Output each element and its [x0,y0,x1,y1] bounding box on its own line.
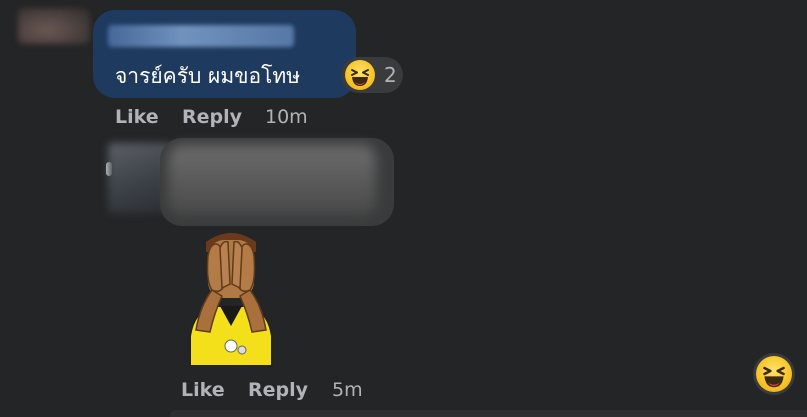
facepalm-sticker [186,226,276,367]
comment-timestamp[interactable]: 10m [265,106,308,128]
commenter-avatar[interactable] [18,8,90,44]
like-button[interactable]: Like [115,106,159,128]
comment-timestamp[interactable]: 5m [332,379,363,401]
reply-button[interactable]: Reply [182,106,242,128]
comment-content-blurred [168,145,376,215]
reaction-count: 2 [384,63,397,87]
laughing-face-icon [345,60,375,90]
next-comment-edge [170,410,807,417]
comment-text: จารย์ครับ ผมขอโทษ [115,64,301,88]
laughing-face-icon [756,356,792,392]
like-button[interactable]: Like [181,379,225,401]
reply-button[interactable]: Reply [248,379,308,401]
commenter-name-blurred[interactable] [108,25,294,47]
